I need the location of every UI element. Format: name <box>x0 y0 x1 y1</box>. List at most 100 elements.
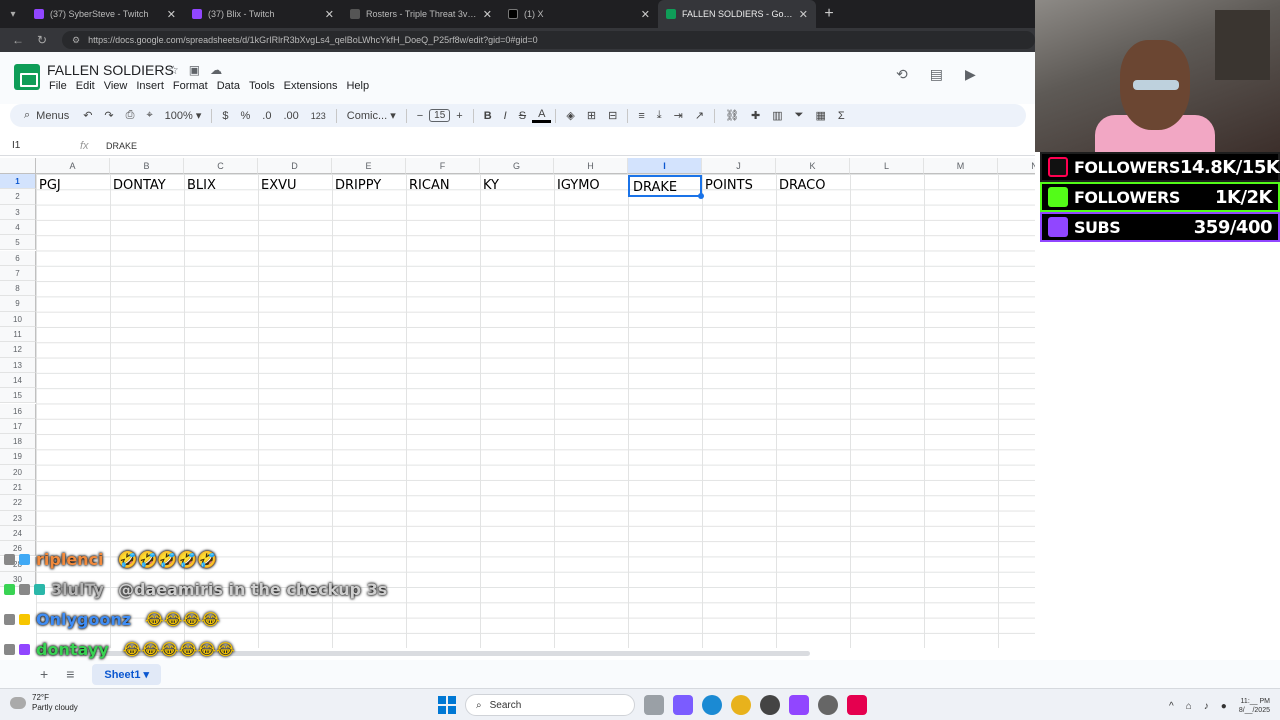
print-icon[interactable]: ⎙ <box>120 109 141 122</box>
close-tab-icon[interactable]: ✕ <box>799 8 808 21</box>
document-title[interactable]: FALLEN SOLDIERS <box>47 62 174 78</box>
sheets-logo-icon[interactable] <box>14 64 40 90</box>
column-header-a[interactable]: A <box>36 158 110 174</box>
insert-chart-icon[interactable]: ▥ <box>766 109 788 122</box>
search-menus-button[interactable]: ⌕ Menus <box>18 109 77 122</box>
column-header-e[interactable]: E <box>332 158 406 174</box>
comments-icon[interactable]: ▤ <box>930 66 943 83</box>
browser-tab-active[interactable]: FALLEN SOLDIERS - Google Sheets ✕ <box>658 0 816 28</box>
back-icon[interactable]: ← <box>6 33 30 47</box>
column-header-h[interactable]: H <box>554 158 628 174</box>
font-select[interactable]: Comic... ▾ <box>341 109 402 122</box>
new-tab-button[interactable]: + <box>816 5 842 23</box>
volume-icon[interactable]: ♪ <box>1204 701 1209 712</box>
row-header[interactable]: 16 <box>0 403 36 419</box>
column-header-n[interactable]: N <box>998 158 1035 174</box>
windows-start-icon[interactable] <box>438 696 456 714</box>
cell[interactable]: RICAN <box>406 175 480 197</box>
cell[interactable]: KY <box>480 175 554 197</box>
media-player-icon[interactable] <box>760 695 780 715</box>
browser-tab[interactable]: (37) Blix - Twitch ✕ <box>184 0 342 28</box>
row-header[interactable]: 4 <box>0 219 36 236</box>
discord-icon[interactable] <box>673 695 693 715</box>
browser-tab[interactable]: Rosters - Triple Threat 3v3 | Check ✕ <box>342 0 500 28</box>
row-header[interactable]: 19 <box>0 449 36 465</box>
row-header[interactable]: 18 <box>0 434 36 450</box>
edge-icon[interactable] <box>702 695 722 715</box>
italic-button[interactable]: I <box>498 110 513 122</box>
fill-color-icon[interactable]: ◈ <box>560 109 580 122</box>
text-wrap-icon[interactable]: ⇥ <box>668 109 689 122</box>
zoom-select[interactable]: 100% ▾ <box>159 109 208 122</box>
tab-search-icon[interactable]: ▾ <box>0 9 26 20</box>
row-header[interactable]: 12 <box>0 342 36 358</box>
row-header[interactable]: 20 <box>0 464 36 480</box>
menu-data[interactable]: Data <box>215 80 247 92</box>
column-header-f[interactable]: F <box>406 158 480 174</box>
star-icon[interactable]: ☆ <box>168 63 179 77</box>
site-info-icon[interactable]: ⚙ <box>72 35 80 46</box>
move-folder-icon[interactable]: ▣ <box>189 63 200 77</box>
row-header[interactable]: 6 <box>0 250 36 266</box>
column-header-i[interactable]: I <box>628 158 702 174</box>
network-icon[interactable]: ⌂ <box>1186 701 1192 712</box>
meet-icon[interactable]: ▶ <box>965 66 976 83</box>
menu-tools[interactable]: Tools <box>247 80 282 92</box>
file-explorer-icon[interactable] <box>644 695 664 715</box>
column-header-m[interactable]: M <box>924 158 998 174</box>
menu-view[interactable]: View <box>102 80 135 92</box>
row-header[interactable]: 9 <box>0 296 36 312</box>
decrease-font-size-button[interactable]: − <box>411 110 429 122</box>
add-sheet-icon[interactable]: + <box>40 666 48 682</box>
weather-widget[interactable]: 72°F Partly cloudy <box>10 693 78 713</box>
cell[interactable]: DRIPPY <box>332 175 406 197</box>
row-header[interactable]: 10 <box>0 311 36 327</box>
functions-icon[interactable]: Σ <box>832 110 851 122</box>
close-tab-icon[interactable]: ✕ <box>483 8 492 21</box>
column-header-d[interactable]: D <box>258 158 332 174</box>
borders-icon[interactable]: ⊞ <box>581 109 602 122</box>
column-header-k[interactable]: K <box>776 158 850 174</box>
number-format-button[interactable]: 123 <box>305 111 332 121</box>
cloud-status-icon[interactable]: ☁ <box>210 63 222 77</box>
row-header[interactable]: 21 <box>0 480 36 496</box>
cell[interactable]: DRACO <box>776 175 850 197</box>
all-sheets-icon[interactable]: ≡ <box>66 666 74 682</box>
menu-format[interactable]: Format <box>171 80 215 92</box>
menu-help[interactable]: Help <box>344 80 376 92</box>
vertical-align-icon[interactable]: ⤓ <box>651 109 668 122</box>
microphone-icon[interactable]: ● <box>1221 701 1227 712</box>
merge-cells-icon[interactable]: ⊟ <box>602 109 623 122</box>
undo-icon[interactable]: ↶ <box>77 109 98 122</box>
insert-comment-icon[interactable]: ✚ <box>745 109 766 122</box>
menu-edit[interactable]: Edit <box>74 80 102 92</box>
currency-format-button[interactable]: $ <box>216 110 234 122</box>
formula-input[interactable]: DRAKE <box>106 141 137 151</box>
row-header[interactable]: 15 <box>0 388 36 404</box>
row-header[interactable]: 1 <box>0 174 36 190</box>
obs-icon[interactable] <box>818 695 838 715</box>
row-header[interactable]: 8 <box>0 281 36 297</box>
filter-views-icon[interactable]: ▦ <box>809 109 831 122</box>
sheet-tab[interactable]: Sheet1 ▾ <box>92 663 162 685</box>
increase-decimal-button[interactable]: .00 <box>277 110 304 122</box>
column-header-b[interactable]: B <box>110 158 184 174</box>
select-all-corner[interactable] <box>0 158 36 174</box>
taskbar-search[interactable]: ⌕ Search <box>465 694 635 716</box>
bold-button[interactable]: B <box>478 110 498 122</box>
url-field[interactable]: ⚙ https://docs.google.com/spreadsheets/d… <box>62 31 1035 49</box>
percent-format-button[interactable]: % <box>235 110 257 122</box>
tray-overflow-icon[interactable]: ^ <box>1169 701 1174 712</box>
cell[interactable]: BLIX <box>184 175 258 197</box>
cell[interactable]: DONTAY <box>110 175 184 197</box>
close-tab-icon[interactable]: ✕ <box>325 8 334 21</box>
browser-tab[interactable]: (37) SyberSteve - Twitch ✕ <box>26 0 184 28</box>
paint-format-icon[interactable]: ⌖ <box>140 109 158 122</box>
version-history-icon[interactable]: ⟲ <box>896 66 908 83</box>
menu-file[interactable]: File <box>47 80 74 92</box>
chrome-icon[interactable] <box>731 695 751 715</box>
row-header[interactable]: 17 <box>0 418 36 435</box>
text-rotation-icon[interactable]: ↗ <box>689 109 710 122</box>
row-header[interactable]: 2 <box>0 189 36 205</box>
decrease-decimal-button[interactable]: .0 <box>256 110 277 122</box>
